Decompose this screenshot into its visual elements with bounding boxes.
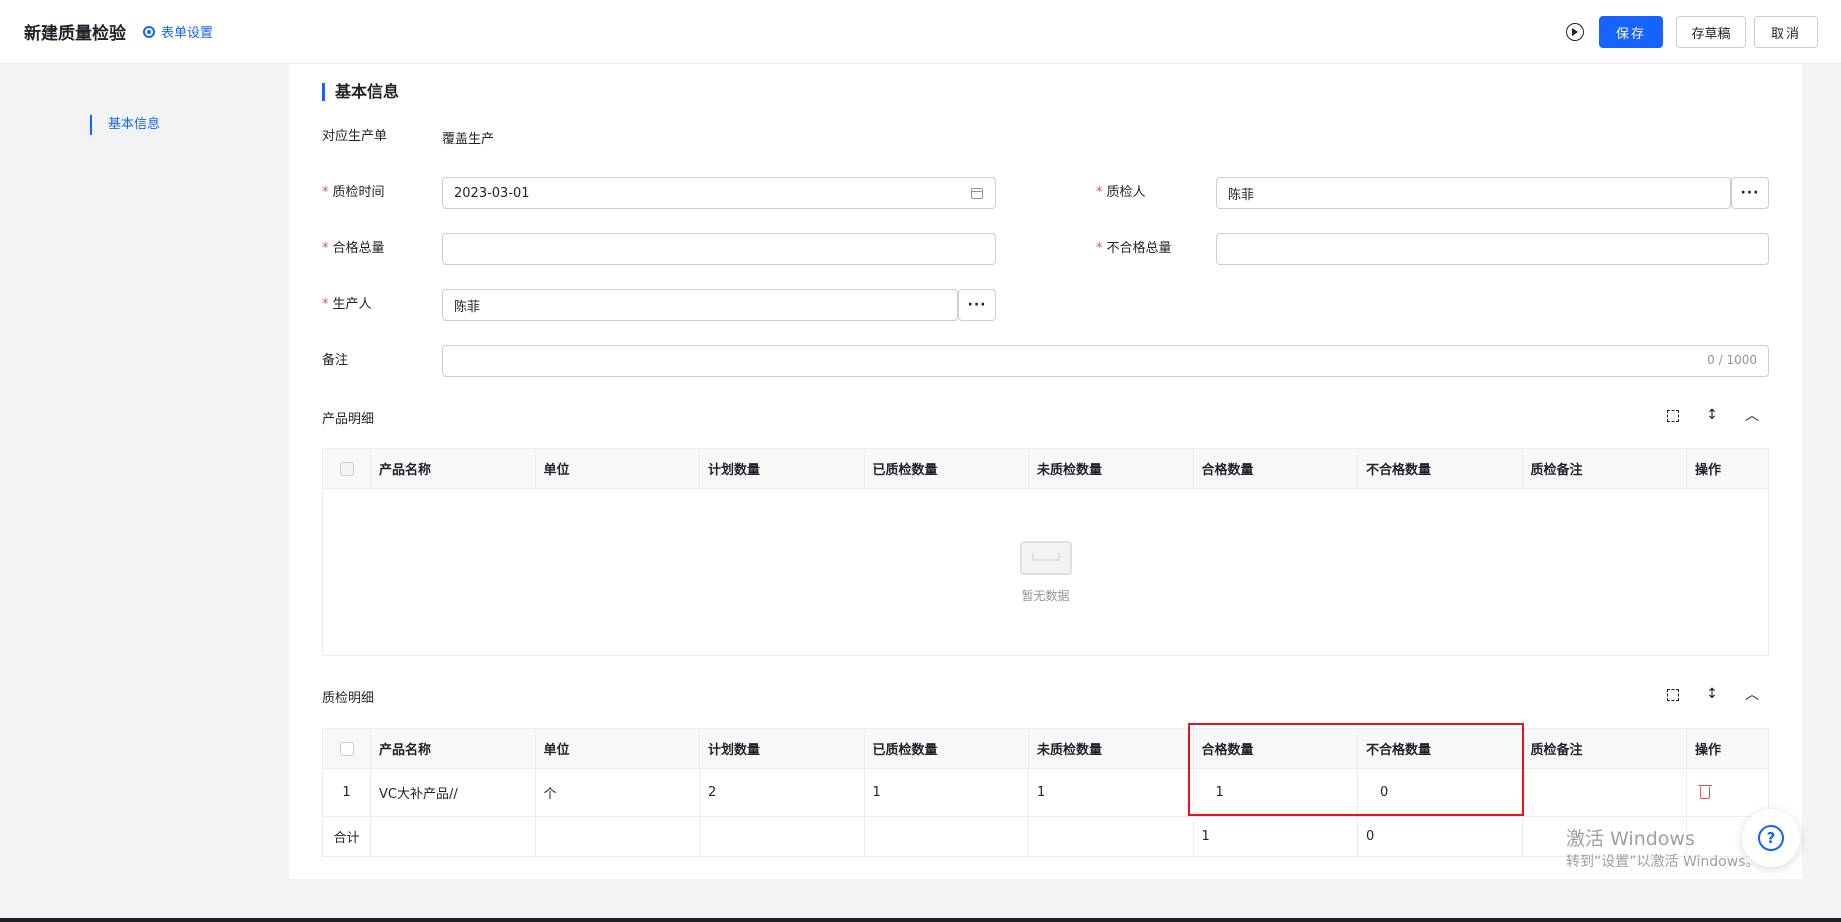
product-detail-fullscreen-icon[interactable] [1665,408,1681,424]
column-header: 合格数量 [1194,449,1358,488]
table-row: 1 VC大补产品// 个 2 1 1 1 0 [323,769,1768,817]
column-header: 产品名称 [371,729,536,768]
play-icon[interactable] [1566,23,1584,41]
column-header: 已质检数量 [865,449,1029,488]
summary-cell [700,817,865,856]
delete-row-icon[interactable] [1698,784,1712,799]
production-order-label: 对应生产单 [322,129,388,144]
product-detail-table: 产品名称 单位 计划数量 已质检数量 未质检数量 合格数量 不合格数量 质检备注… [322,448,1769,656]
row-index: 1 [323,769,371,816]
table-header: 产品名称 单位 计划数量 已质检数量 未质检数量 合格数量 不合格数量 质检备注… [323,449,1768,489]
help-icon: ? [1758,825,1784,851]
column-header: 质检备注 [1523,729,1687,768]
product-name-cell: VC大补产品// [371,769,536,816]
unqualified-total-input[interactable] [1216,233,1769,265]
sidenav-item-basic-info[interactable]: 基本信息 [90,115,160,135]
column-header: 产品名称 [371,449,536,488]
help-button[interactable]: ? [1742,809,1800,867]
qc-detail-table: 产品名称 单位 计划数量 已质检数量 未质检数量 合格数量 不合格数量 质检备注… [322,728,1769,857]
summary-row: 合计 1 0 [323,817,1768,856]
qc-detail-collapse-icon[interactable]: ︿ [1744,686,1760,703]
form-settings-link[interactable]: 表单设置 [143,22,213,41]
taskbar-edge [0,918,1841,922]
column-header: 单位 [536,729,700,768]
page-header [0,0,1841,64]
inspector-value: 陈菲 [1228,187,1255,203]
qualified-total-input[interactable] [442,233,996,265]
summary-cell [536,817,700,856]
qc-time-date-picker[interactable]: 2023-03-01 [442,177,996,209]
gear-icon [143,25,155,38]
inspector-select-more-button[interactable]: ··· [1731,177,1769,209]
qc-detail-fullscreen-icon[interactable] [1665,687,1681,703]
product-detail-collapse-icon[interactable]: ︿ [1744,407,1760,424]
empty-inbox-icon [1019,540,1072,575]
inspector-label: 质检人 [1096,184,1146,202]
select-all-checkbox[interactable] [339,461,354,476]
highlight-box [1188,723,1524,816]
uninspected-qty-cell: 1 [1029,769,1194,816]
producer-input[interactable]: 陈菲 [442,289,958,321]
column-header: 未质检数量 [1029,449,1194,488]
remark-input[interactable]: 0 / 1000 [442,345,1769,377]
save-button[interactable]: 保存 [1599,16,1663,48]
remark-char-counter: 0 / 1000 [1707,353,1757,367]
cancel-button[interactable]: 取消 [1754,16,1818,48]
activation-watermark-title: 激活 Windows [1566,828,1695,850]
summary-cell [1029,817,1194,856]
qc-detail-title: 质检明细 [322,691,375,706]
select-all-cell [323,449,371,488]
column-header: 计划数量 [700,449,865,488]
column-header: 不合格数量 [1358,449,1523,488]
table-header: 产品名称 单位 计划数量 已质检数量 未质检数量 合格数量 不合格数量 质检备注… [323,729,1768,769]
planned-qty-cell: 2 [700,769,865,816]
empty-text: 暂无数据 [1021,588,1070,603]
production-order-value: 覆盖生产 [442,132,495,147]
column-header: 计划数量 [700,729,865,768]
form-settings-label: 表单设置 [161,26,214,41]
summary-label: 合计 [323,817,371,856]
fullscreen-icon [1667,689,1679,701]
empty-state: 暂无数据 [323,489,1768,655]
column-header: 操作 [1695,463,1722,478]
column-header: 未质检数量 [1029,729,1194,768]
summary-qualified: 1 [1194,817,1358,856]
unit-cell: 个 [536,769,700,816]
column-header: 单位 [536,449,700,488]
save-draft-button[interactable]: 存草稿 [1676,16,1746,48]
remark-label: 备注 [322,353,349,368]
calendar-icon [971,188,983,199]
product-detail-resize-icon[interactable]: ↕ [1704,407,1720,423]
fullscreen-icon [1667,410,1679,422]
column-header: 操作 [1695,743,1722,758]
inspected-qty-cell: 1 [865,769,1029,816]
page-title: 新建质量检验 [24,24,126,44]
unqualified-total-label: 不合格总量 [1096,240,1172,258]
select-all-cell [323,729,371,768]
producer-value: 陈菲 [454,299,481,315]
action-cell [1687,769,1768,816]
qc-time-label: 质检时间 [322,184,385,202]
qc-time-value: 2023-03-01 [454,185,530,201]
producer-label: 生产人 [322,296,372,314]
select-all-checkbox[interactable] [339,741,354,756]
summary-unqualified: 0 [1358,817,1523,856]
qualified-total-label: 合格总量 [322,240,385,258]
summary-cell [865,817,1029,856]
product-detail-title: 产品明细 [322,412,375,427]
producer-select-more-button[interactable]: ··· [958,289,996,321]
qc-detail-resize-icon[interactable]: ↕ [1704,686,1720,702]
activation-watermark-subtitle: 转到“设置”以激活 Windows。 [1566,854,1760,870]
inspector-input[interactable]: 陈菲 [1216,177,1731,209]
column-header: 质检备注 [1523,449,1687,488]
section-title: 基本信息 [322,83,399,101]
qc-remark-cell[interactable] [1523,769,1687,816]
summary-cell [371,817,536,856]
column-header: 已质检数量 [865,729,1029,768]
